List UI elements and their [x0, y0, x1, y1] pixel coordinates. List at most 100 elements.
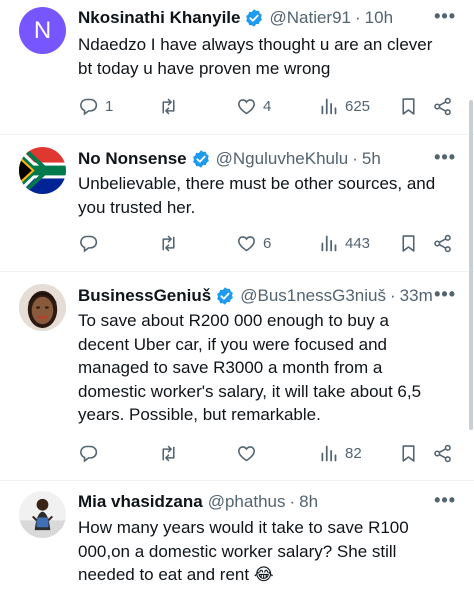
tweet-text-line: bt today u have proven me wrong — [78, 58, 331, 78]
timestamp[interactable]: 5h — [362, 149, 381, 169]
verified-badge-icon — [191, 149, 211, 169]
share-button[interactable] — [432, 94, 453, 118]
author-name[interactable]: No Nonsense — [78, 149, 187, 169]
author-handle[interactable]: @phathus — [208, 492, 286, 512]
bookmark-button[interactable] — [398, 441, 419, 465]
tweet-1[interactable]: N Nkosinathi Khanyile @Natier91 · 10h ••… — [0, 0, 474, 134]
heart-icon — [238, 235, 255, 251]
verified-badge-icon — [244, 8, 264, 28]
profile-photo — [19, 491, 66, 538]
time-separator: · — [355, 8, 361, 27]
tweet-text-line: decent Uber car, if you were focused and — [78, 334, 388, 354]
retweet-icon — [162, 98, 175, 114]
time-separator: · — [289, 492, 296, 511]
views-button[interactable]: 82 — [318, 441, 362, 465]
author-handle[interactable]: @Bus1nessG3niuš — [240, 286, 386, 306]
tweet-text-line: 000,on a domestic worker salary? She sti… — [78, 541, 397, 561]
more-icon: ••• — [434, 6, 456, 26]
retweet-icon — [162, 235, 175, 251]
share-icon — [434, 97, 451, 115]
heart-icon — [238, 445, 255, 461]
tweet-text: Unbelievable, there must be other source… — [78, 172, 438, 219]
timestamp[interactable]: 33m — [400, 286, 433, 306]
time-separator: · — [352, 149, 358, 168]
timestamp[interactable]: 8h — [299, 492, 318, 512]
more-options-button[interactable]: ••• — [434, 147, 456, 168]
tweet-4[interactable]: Mia vhasidzana @phathus · 8h ••• How man… — [0, 481, 474, 597]
avatar[interactable] — [19, 284, 66, 331]
like-count: 6 — [263, 234, 272, 252]
like-button[interactable]: 6 — [236, 231, 271, 255]
views-icon — [321, 445, 337, 461]
more-options-button[interactable]: ••• — [434, 490, 456, 511]
scrollbar[interactable] — [468, 0, 474, 597]
tweet-text-line: How many years would it take to save R10… — [78, 518, 409, 537]
share-icon — [434, 444, 451, 462]
tweet-2[interactable]: No Nonsense @NguluvheKhulu · 5h ••• Unbe… — [0, 135, 474, 270]
tweet-text: How many years would it take to save R10… — [78, 516, 438, 587]
bookmark-button[interactable] — [398, 94, 419, 118]
reply-button[interactable]: 1 — [78, 94, 113, 118]
views-button[interactable]: 625 — [318, 94, 370, 118]
share-icon — [434, 234, 451, 252]
view-count: 443 — [345, 234, 371, 252]
avatar-letter: N — [33, 16, 52, 44]
time-separator: · — [390, 286, 396, 305]
verified-badge-icon — [215, 286, 235, 306]
avatar[interactable]: N — [19, 7, 66, 54]
views-icon — [321, 235, 337, 251]
avatar[interactable] — [19, 491, 66, 538]
heart-icon — [238, 98, 255, 114]
more-options-button[interactable]: ••• — [434, 6, 456, 27]
bookmark-icon — [402, 97, 415, 115]
scrollbar-thumb[interactable] — [469, 100, 473, 430]
tweet-text-line: managed to save R3000 a month from a — [78, 358, 383, 378]
like-button[interactable] — [236, 441, 257, 465]
south-africa-flag-icon — [19, 147, 66, 194]
author-name[interactable]: Mia vhasidzana — [78, 492, 203, 512]
like-count: 4 — [263, 97, 272, 115]
share-button[interactable] — [432, 441, 453, 465]
retweet-icon — [162, 445, 175, 461]
view-count: 625 — [345, 97, 371, 115]
reply-icon — [80, 235, 98, 253]
reply-icon — [80, 98, 98, 116]
tweet-text-line: you trusted her. — [78, 197, 196, 217]
reply-count: 1 — [105, 97, 114, 115]
reply-icon — [80, 445, 98, 463]
tweet-text: Ndaedzo I have always thought u are an c… — [78, 33, 438, 80]
tweet-3[interactable]: BusinessGeniuš @Bus1nessG3niuš · 33m •••… — [0, 272, 474, 480]
tweet-text-line: domestic worker's salary, it will take a… — [78, 381, 422, 401]
more-icon: ••• — [434, 284, 456, 304]
bookmark-icon — [402, 444, 415, 462]
action-bar: 1 4 625 — [78, 94, 458, 118]
tweet-text-line: To save about R200 000 enough to buy a — [78, 311, 389, 330]
retweet-button[interactable] — [158, 94, 179, 118]
bookmark-icon — [402, 234, 415, 252]
views-button[interactable]: 443 — [318, 231, 370, 255]
bookmark-button[interactable] — [398, 231, 419, 255]
share-button[interactable] — [432, 231, 453, 255]
action-bar: 6 443 — [78, 231, 458, 255]
more-options-button[interactable]: ••• — [434, 284, 456, 305]
reply-button[interactable] — [78, 231, 99, 255]
tweet-text: To save about R200 000 enough to buy a d… — [78, 309, 438, 427]
author-handle[interactable]: @NguluvheKhulu — [216, 149, 349, 169]
avatar[interactable] — [19, 147, 66, 194]
retweet-button[interactable] — [158, 441, 179, 465]
more-icon: ••• — [434, 147, 456, 167]
reply-button[interactable] — [78, 441, 99, 465]
more-icon: ••• — [434, 490, 456, 510]
tweet-text-line: Unbelievable, there must be other source… — [78, 174, 436, 193]
tweet-text-line: years. Possible, but remarkable. — [78, 405, 321, 425]
profile-photo — [19, 284, 66, 331]
views-icon — [321, 98, 337, 114]
like-button[interactable]: 4 — [236, 94, 271, 118]
tweet-text-line: Ndaedzo I have always thought u are an c… — [78, 35, 433, 54]
author-name[interactable]: Nkosinathi Khanyile — [78, 8, 240, 28]
action-bar: 82 — [78, 441, 458, 465]
timestamp[interactable]: 10h — [365, 8, 393, 28]
author-handle[interactable]: @Natier91 — [269, 8, 351, 28]
author-name[interactable]: BusinessGeniuš — [78, 286, 211, 306]
retweet-button[interactable] — [158, 231, 179, 255]
